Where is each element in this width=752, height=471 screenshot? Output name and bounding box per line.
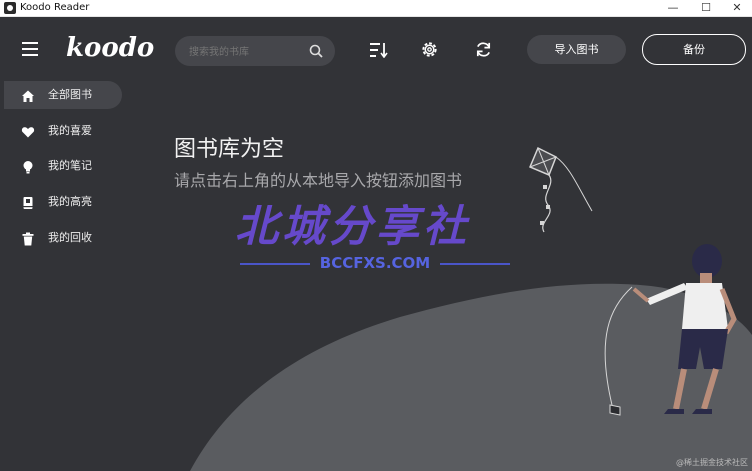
search-input[interactable]: [187, 42, 301, 62]
maximize-button[interactable]: ☐: [689, 0, 723, 16]
app-icon: [4, 2, 16, 14]
import-books-button[interactable]: 导入图书: [527, 35, 626, 64]
empty-library-subtitle: 请点击右上角的从本地导入按钮添加图书: [174, 171, 463, 190]
trash-icon: [22, 232, 34, 246]
corner-watermark: @稀土掘金技术社区: [676, 458, 748, 467]
sidebar-item-notes[interactable]: 我的笔记: [4, 152, 122, 180]
watermark-text: 北城分享社: [235, 202, 470, 252]
hill-shape: [190, 283, 752, 471]
kite-icon: [529, 146, 593, 233]
watermark-url-row: BCCFXS.COM: [240, 254, 510, 272]
sidebar-item-favorites[interactable]: 我的喜爱: [4, 117, 122, 145]
search-box[interactable]: [175, 36, 335, 66]
watermark-divider: [440, 263, 510, 265]
backup-button[interactable]: 备份: [642, 34, 746, 65]
settings-gear-icon[interactable]: [420, 40, 439, 59]
sidebar-item-label: 我的高亮: [48, 195, 92, 208]
sidebar-item-label: 全部图书: [48, 88, 92, 101]
sidebar-item-trash[interactable]: 我的回收: [4, 224, 122, 252]
book-highlight-icon: [23, 197, 33, 209]
watermark-divider: [240, 263, 310, 265]
menu-icon[interactable]: [22, 42, 38, 56]
sidebar-item-label: 我的回收: [48, 231, 92, 244]
app-logo: koodo: [66, 33, 155, 63]
sidebar-item-highlights[interactable]: 我的高亮: [4, 188, 122, 216]
sidebar-item-label: 我的笔记: [48, 159, 92, 172]
watermark-url: BCCFXS.COM: [319, 254, 431, 272]
minimize-button[interactable]: —: [656, 0, 690, 16]
heart-icon: [21, 127, 35, 138]
sort-icon[interactable]: [370, 42, 388, 58]
sync-icon[interactable]: [474, 40, 493, 59]
window-title-bar: Koodo Reader — ☐ ✕: [0, 0, 752, 17]
empty-library-title: 图书库为空: [174, 137, 285, 162]
sidebar-item-label: 我的喜爱: [48, 124, 92, 137]
sidebar-item-all-books[interactable]: 全部图书: [4, 81, 122, 109]
lightbulb-icon: [23, 161, 33, 174]
home-icon: [22, 90, 34, 102]
app-window: koodo 导入图书 备份 全部图书 我的喜爱: [0, 17, 752, 471]
close-button[interactable]: ✕: [720, 0, 752, 16]
window-title: Koodo Reader: [20, 2, 90, 13]
search-icon[interactable]: [309, 44, 323, 58]
